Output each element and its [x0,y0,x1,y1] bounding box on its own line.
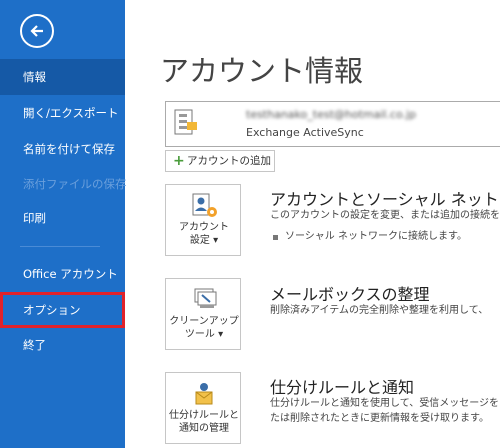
account-settings-icon [192,193,217,217]
sidebar-item-exit[interactable]: 終了 [0,327,125,363]
cleanup-tools-label: クリーンアップ ツール ▾ [166,315,242,341]
account-email: testhanako_test@hotmail.co.jp [246,108,417,121]
sidebar-item-save-attachments: 添付ファイルの保存 [23,177,127,191]
sidebar-item-open-export[interactable]: 開く/エクスポート [0,95,125,131]
rules-alerts-button[interactable]: 仕分けルールと 通知の管理 [165,372,241,444]
cleanup-tools-button[interactable]: クリーンアップ ツール ▾ [165,278,241,350]
label-line: ツール ▾ [184,329,224,340]
back-button[interactable] [20,14,54,48]
section-desc-rules-alerts-2: たは削除されたときに更新情報を受け取ります。 [270,413,489,424]
plus-icon: + [173,153,185,169]
rules-alerts-label: 仕分けルールと 通知の管理 [166,409,242,435]
section-bullet-social: ソーシャル ネットワークに接続します。 [285,231,467,242]
sidebar-item-save-as[interactable]: 名前を付けて保存 [0,131,125,167]
account-selector[interactable]: testhanako_test@hotmail.co.jp Exchange A… [165,101,500,147]
account-settings-label: アカウント 設定 ▾ [166,221,242,247]
sidebar-item-office-account[interactable]: Office アカウント [0,256,125,292]
label-line: 仕分けルールと [169,410,239,421]
backstage-sidebar: 情報 開く/エクスポート 名前を付けて保存 添付ファイルの保存 印刷 Offic… [0,0,127,448]
section-title-account-social: アカウントとソーシャル ネットワークの [270,190,500,209]
sidebar-item-options[interactable]: オプション [0,292,125,328]
back-arrow-icon [30,25,43,37]
label-line: アカウント [179,222,229,233]
rules-alerts-icon [195,383,213,405]
cleanup-tools-icon [194,288,217,308]
section-desc-account-social: このアカウントの設定を変更、または追加の接続を設 [270,210,500,221]
bullet-icon [273,235,278,240]
page-title: アカウント情報 [160,54,364,88]
sidebar-divider [20,246,100,247]
exchange-account-icon [174,109,197,135]
label-line: 通知の管理 [179,423,229,434]
sidebar-item-info[interactable]: 情報 [0,59,125,95]
main-pane: アカウント情報 testhanako_test@hotmail.co.jp Ex… [125,0,500,448]
section-desc-rules-alerts: 仕分けルールと通知を使用して、受信メッセージを [270,398,499,409]
account-type: Exchange ActiveSync [246,126,364,139]
section-title-rules-alerts: 仕分けルールと通知 [270,378,415,397]
label-line: 設定 ▾ [189,235,219,246]
section-title-mailbox-cleanup: メールボックスの整理 [270,285,430,304]
add-account-button[interactable]: + アカウントの追加 [165,150,275,172]
add-account-label: アカウントの追加 [187,155,271,167]
section-desc-mailbox-cleanup: 削除済みアイテムの完全削除や整理を利用して、 [270,305,489,316]
sidebar-item-print[interactable]: 印刷 [0,200,125,236]
account-settings-button[interactable]: アカウント 設定 ▾ [165,184,241,256]
label-line: クリーンアップ [169,316,239,327]
